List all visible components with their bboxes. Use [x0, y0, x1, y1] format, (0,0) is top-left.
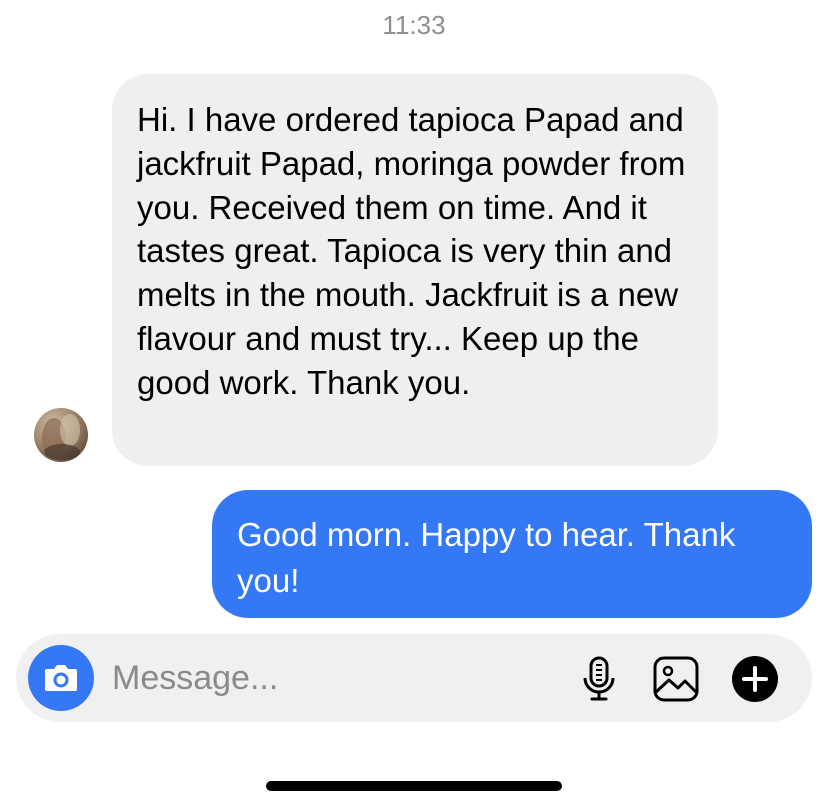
microphone-icon: [583, 656, 615, 701]
outgoing-message-bubble[interactable]: Good morn. Happy to hear. Thank you!: [212, 490, 812, 618]
avatar-photo: [42, 414, 80, 460]
plus-circle-icon: [732, 656, 778, 702]
microphone-button[interactable]: [574, 654, 624, 704]
contact-avatar[interactable]: [34, 408, 88, 462]
message-timestamp: 11:33: [382, 10, 446, 40]
incoming-message-bubble[interactable]: Hi. I have ordered tapioca Papad and jac…: [112, 74, 718, 466]
home-indicator[interactable]: [266, 781, 562, 791]
camera-icon: [45, 665, 77, 691]
gallery-button[interactable]: [651, 654, 701, 704]
message-input[interactable]: [112, 656, 552, 700]
message-composer: [16, 634, 812, 722]
add-button[interactable]: [730, 654, 780, 704]
camera-button[interactable]: [28, 645, 94, 711]
image-gallery-icon: [653, 656, 699, 702]
